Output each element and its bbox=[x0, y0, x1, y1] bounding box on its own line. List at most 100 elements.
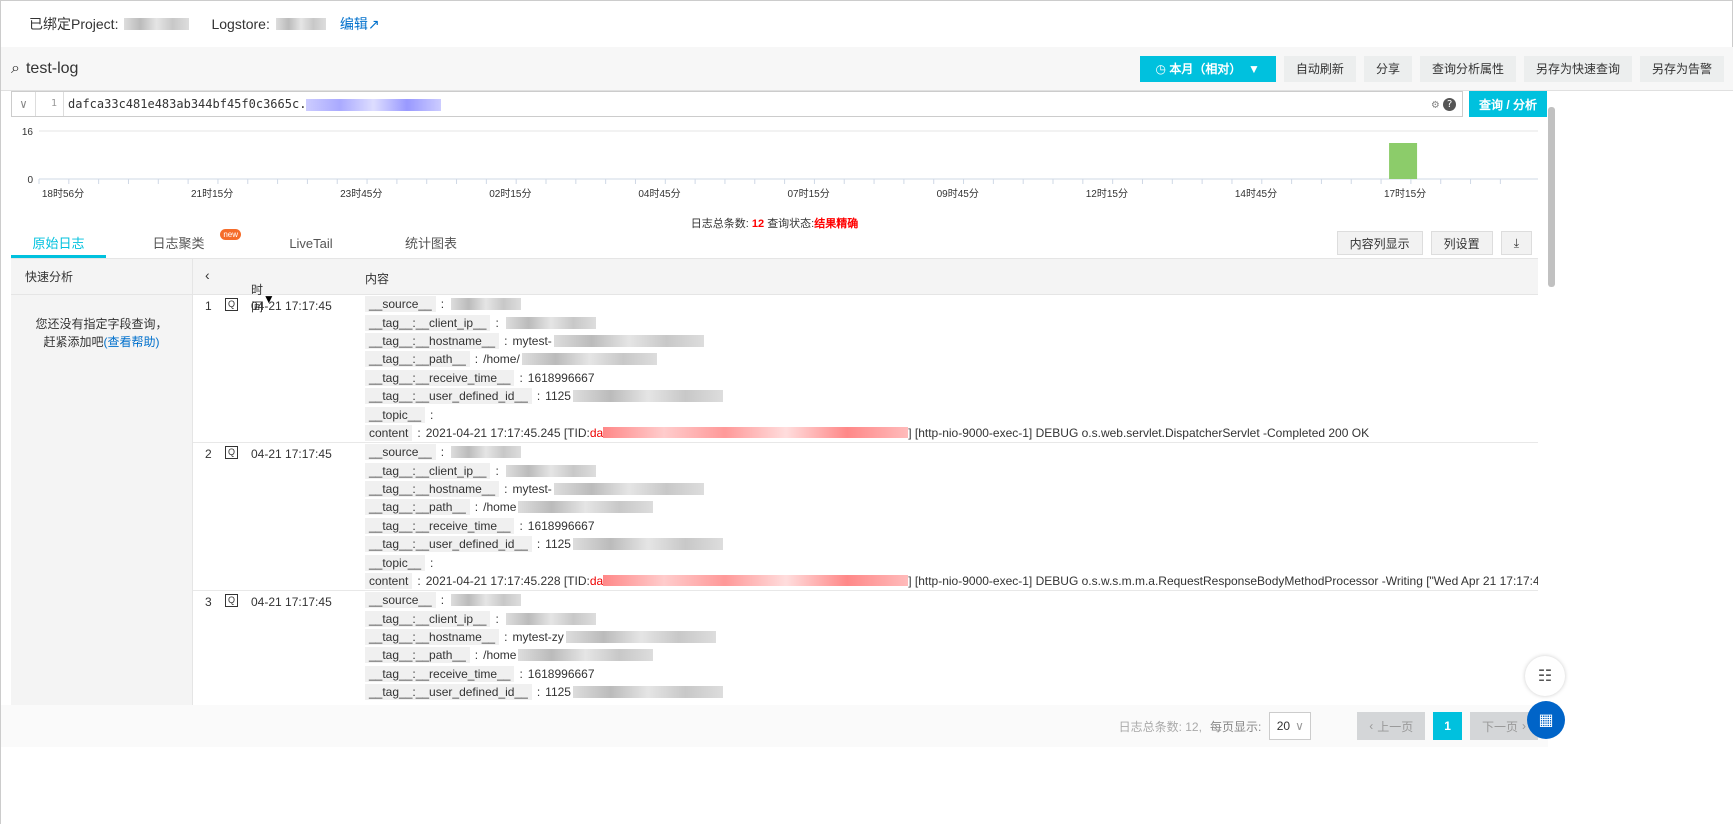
query-input[interactable]: ∨ 1 dafca33c481e483ab344bf45f0c3665c. ⚙ … bbox=[11, 91, 1463, 117]
field-key[interactable]: __source__ bbox=[365, 444, 436, 461]
query-text[interactable]: dafca33c481e483ab344bf45f0c3665c. bbox=[64, 97, 1432, 111]
apps-grid-icon[interactable]: ▦ bbox=[1527, 701, 1565, 739]
next-label: 下一页 bbox=[1481, 719, 1518, 734]
field-key[interactable]: __tag__:__path__ bbox=[365, 499, 470, 516]
field-value: 1618996667 bbox=[527, 666, 595, 681]
sort-icon[interactable]: ▲ ▼ bbox=[251, 281, 275, 306]
field-key[interactable]: __tag__:__user_defined_id__ bbox=[365, 684, 532, 701]
total-count: 12 bbox=[751, 218, 765, 230]
field-key[interactable]: __tag__:__user_defined_id__ bbox=[365, 388, 532, 405]
caret-down-icon: ▼ bbox=[1241, 61, 1260, 76]
help-link[interactable]: (查看帮助) bbox=[104, 335, 160, 349]
log-row: 1 Q 04-21 17:17:45 __source__: __tag__:__c… bbox=[193, 295, 1538, 443]
context-search-icon[interactable]: Q bbox=[225, 446, 238, 459]
field-key[interactable]: __tag__:__receive_time__ bbox=[365, 369, 515, 386]
field-value: 1125 bbox=[545, 389, 571, 404]
share-button[interactable]: 分享 bbox=[1363, 55, 1412, 82]
column-settings-button[interactable]: 列设置 bbox=[1430, 231, 1493, 255]
value-redacted bbox=[518, 649, 654, 662]
field-key[interactable]: __source__ bbox=[365, 592, 436, 609]
value-redacted bbox=[451, 298, 522, 311]
value-redacted bbox=[521, 353, 657, 366]
value-redacted bbox=[553, 334, 704, 347]
tab-raw-logs[interactable]: 原始日志 bbox=[11, 233, 106, 258]
save-quick-query-button[interactable]: 另存为快速查询 bbox=[1523, 55, 1632, 82]
field-key[interactable]: __tag__:__hostname__ bbox=[365, 480, 500, 497]
field-key[interactable]: __tag__:__client_ip__ bbox=[365, 462, 491, 479]
scrollbar[interactable] bbox=[1548, 107, 1555, 287]
value-redacted bbox=[572, 538, 723, 551]
tab-charts[interactable]: 统计图表 bbox=[371, 233, 491, 258]
project-name-redacted bbox=[124, 18, 190, 30]
field-key[interactable]: __tag__:__user_defined_id__ bbox=[365, 536, 532, 553]
field-value: mytest- bbox=[512, 333, 552, 348]
log-field: __source__: bbox=[365, 443, 1538, 461]
tab-livetail[interactable]: LiveTail bbox=[251, 233, 371, 258]
auto-refresh-button[interactable]: 自动刷新 bbox=[1283, 55, 1356, 82]
per-page-value: 20 bbox=[1276, 719, 1291, 733]
field-key[interactable]: __tag__:__hostname__ bbox=[365, 628, 500, 645]
field-key[interactable]: __tag__:__client_ip__ bbox=[365, 610, 491, 627]
feedback-chat-icon[interactable]: ☷ bbox=[1525, 656, 1565, 696]
field-key[interactable]: __topic__ bbox=[365, 406, 426, 423]
field-key[interactable]: __tag__:__receive_time__ bbox=[365, 665, 515, 682]
field-key[interactable]: __tag__:__path__ bbox=[365, 351, 470, 368]
edit-link[interactable]: 编辑↗ bbox=[340, 14, 380, 34]
field-value: 1618996667 bbox=[527, 370, 595, 385]
per-page-label: 每页显示: bbox=[1209, 719, 1262, 734]
total-label: 日志总条数: bbox=[690, 218, 749, 230]
content-column-header: 内容 bbox=[365, 272, 390, 286]
field-key[interactable]: __source__ bbox=[365, 296, 436, 313]
field-key[interactable]: __tag__:__path__ bbox=[365, 647, 470, 664]
query-value: dafca33c481e483ab344bf45f0c3665c. bbox=[68, 97, 307, 111]
field-value: /home bbox=[483, 500, 517, 515]
quick-analysis-tip: 您还没有指定字段查询，赶紧添加吧(查看帮助) bbox=[11, 295, 192, 371]
x-tick-label: 23时45分 bbox=[340, 188, 382, 200]
field-key[interactable]: content bbox=[365, 572, 413, 589]
value-redacted bbox=[505, 316, 596, 329]
page-1-button[interactable]: 1 bbox=[1433, 712, 1462, 740]
log-field: __tag__:__user_defined_id__:1125 bbox=[365, 535, 1538, 553]
search-analyze-button[interactable]: 查询 / 分析 bbox=[1469, 91, 1547, 117]
save-alert-button[interactable]: 另存为告警 bbox=[1639, 55, 1724, 82]
log-row: 2 Q 04-21 17:17:45 __source__: __tag__:__c… bbox=[193, 443, 1538, 591]
value-redacted bbox=[553, 482, 704, 495]
prev-label: 上一页 bbox=[1377, 719, 1414, 734]
field-value-tail: ] [http-nio-9000-exec-1] DEBUG o.s.web.s… bbox=[908, 425, 1370, 440]
time-range-button[interactable]: ◷ 本月（相对） ▼ bbox=[1139, 55, 1276, 82]
y-tick-label: 16 bbox=[22, 127, 34, 138]
field-key[interactable]: __topic__ bbox=[365, 554, 426, 571]
x-tick-label: 04时45分 bbox=[638, 188, 680, 200]
per-page-select[interactable]: 20 ∨ bbox=[1269, 712, 1312, 740]
log-field: __tag__:__hostname__: mytest-zy bbox=[365, 628, 723, 646]
query-redacted bbox=[306, 98, 442, 111]
collapse-chevron-icon[interactable]: ‹ bbox=[205, 267, 210, 283]
chevron-down-icon[interactable]: ∨ bbox=[12, 92, 36, 116]
time-range-label: 本月（相对） bbox=[1169, 62, 1242, 76]
context-search-icon[interactable]: Q bbox=[225, 298, 238, 311]
field-key[interactable]: content bbox=[365, 424, 413, 441]
gear-icon[interactable]: ⚙ bbox=[1432, 97, 1439, 111]
help-icon[interactable]: ? bbox=[1443, 97, 1456, 111]
x-tick-label: 12时15分 bbox=[1086, 188, 1128, 200]
context-search-icon[interactable]: Q bbox=[225, 594, 238, 607]
log-field: __tag__:__hostname__: mytest- bbox=[365, 332, 1369, 350]
content-column-display-button[interactable]: 内容列显示 bbox=[1336, 231, 1423, 255]
log-field: __tag__:__receive_time__:1618996667 bbox=[365, 369, 1369, 387]
toolbar: ⌕ test-log ◷ 本月（相对） ▼ 自动刷新 分享 查询分析属性 另存为快… bbox=[1, 47, 1733, 91]
tid-redacted bbox=[603, 575, 909, 587]
log-field: __topic__: bbox=[365, 553, 1538, 571]
field-key[interactable]: __tag__:__hostname__ bbox=[365, 332, 500, 349]
log-field: content:2021-04-21 17:17:45.228 [TID: da]… bbox=[365, 572, 1538, 590]
footer-total: 日志总条数: 12, bbox=[1118, 719, 1202, 734]
tab-log-clustering[interactable]: 日志聚类 new bbox=[106, 229, 251, 258]
row-time: 04-21 17:17:45 bbox=[251, 447, 332, 461]
download-icon[interactable]: ⤓ bbox=[1500, 231, 1532, 255]
field-key[interactable]: __tag__:__client_ip__ bbox=[365, 314, 491, 331]
page-title: ⌕ test-log bbox=[11, 60, 1132, 78]
field-key[interactable]: __tag__:__receive_time__ bbox=[365, 517, 515, 534]
x-tick-label: 07时15分 bbox=[787, 188, 829, 200]
query-properties-button[interactable]: 查询分析属性 bbox=[1419, 55, 1516, 82]
logstore-label: Logstore: bbox=[211, 16, 270, 32]
prev-page-button[interactable]: ‹ 上一页 bbox=[1357, 712, 1426, 740]
